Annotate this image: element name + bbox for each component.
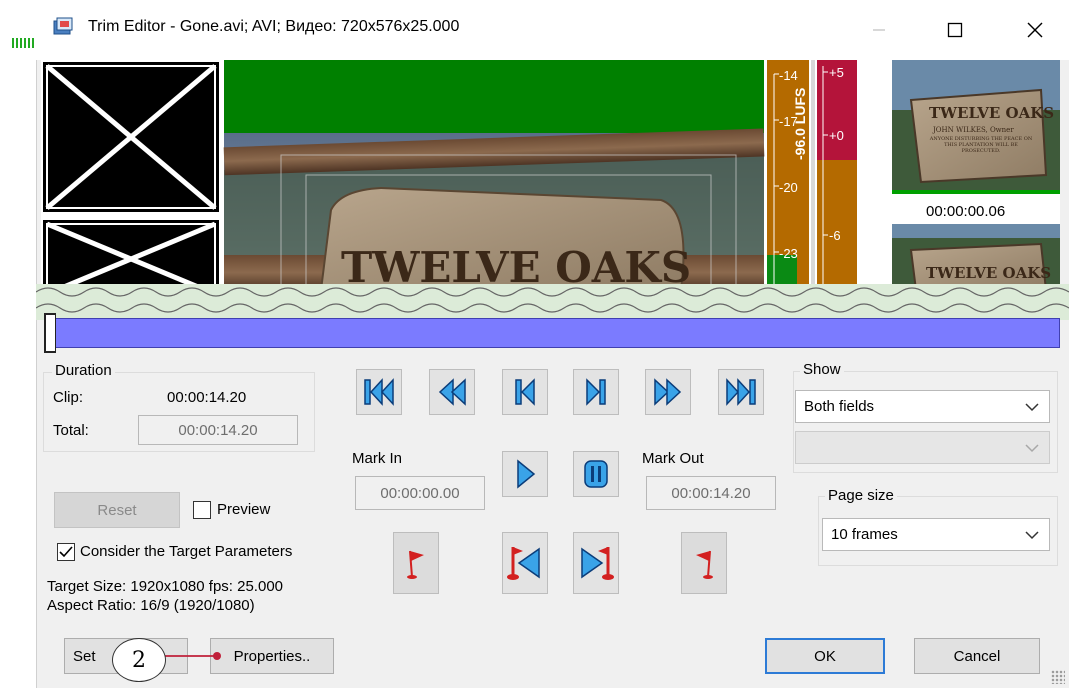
show-group-label: Show	[800, 361, 844, 378]
step-back-button[interactable]	[502, 369, 548, 415]
ok-button[interactable]: OK	[765, 638, 885, 674]
go-to-end-icon	[726, 378, 756, 406]
mark-out-label: Mark Out	[642, 450, 704, 467]
play-icon	[517, 459, 536, 489]
empty-frame-top	[43, 62, 219, 212]
thumbnail-timecode: 00:00:00.06	[926, 203, 1005, 220]
clip-value: 00:00:14.20	[167, 389, 247, 406]
minimize-icon	[873, 29, 885, 31]
go-to-start-icon	[364, 378, 394, 406]
sign-text: TWELVE OAKS	[341, 243, 691, 290]
rewind-icon	[438, 378, 466, 406]
level-tick-2: +0	[829, 128, 844, 143]
thumb-sign-notice: ANYONE DISTURBING THE PEACE ON THIS PLAN…	[929, 136, 1033, 154]
lufs-readout: -96.0 LUFS	[792, 88, 808, 160]
level-tick-1: +5	[829, 65, 844, 80]
duration-group-label: Duration	[52, 362, 115, 379]
show-select[interactable]: Both fields	[795, 390, 1050, 423]
target-size-text: Target Size: 1920x1080 fps: 25.000	[47, 578, 284, 595]
consider-target-label: Consider the Target Parameters	[80, 543, 293, 560]
step-forward-button[interactable]	[573, 369, 619, 415]
mark-in-flag-icon	[407, 550, 424, 579]
thumb-sign-title: TWELVE OAKS	[929, 104, 1054, 122]
close-icon	[1027, 22, 1043, 38]
mark-in-label: Mark In	[352, 450, 403, 467]
page-size-select-value: 10 frames	[831, 526, 898, 543]
consider-target-checkbox[interactable]	[57, 543, 75, 561]
timeline-start-handle[interactable]	[44, 313, 56, 353]
mark-out-flag-icon	[696, 550, 713, 579]
maximize-button[interactable]	[932, 12, 978, 48]
window-title: Trim Editor - Gone.avi; AVI; Видео: 720x…	[88, 18, 460, 35]
total-value-field: 00:00:14.20	[138, 415, 298, 445]
chevron-down-icon	[1025, 443, 1039, 452]
minimize-button[interactable]	[856, 12, 902, 48]
clip-label: Clip:	[53, 389, 84, 406]
show-select-value: Both fields	[804, 398, 875, 415]
settings-button-label: Set	[73, 647, 96, 665]
timeline-bar[interactable]	[44, 318, 1060, 348]
checkmark-icon	[59, 546, 73, 558]
total-label: Total:	[53, 422, 89, 439]
mark-out-field[interactable]: 00:00:14.20	[646, 476, 776, 510]
meter-tick-1: -14	[779, 68, 798, 83]
fast-forward-button[interactable]	[645, 369, 691, 415]
level-meter	[811, 60, 857, 290]
go-to-mark-in-button[interactable]	[502, 532, 548, 594]
second-show-select[interactable]	[795, 431, 1050, 464]
rewind-button[interactable]	[429, 369, 475, 415]
pause-icon	[584, 460, 608, 488]
meter-tick-3: -20	[779, 180, 798, 195]
page-size-group-label: Page size	[825, 487, 897, 504]
chevron-down-icon	[1025, 402, 1039, 411]
preview-frames: TWELVE OAKS -14 -17 -20 -23 -96.0 LUFS +…	[43, 60, 1060, 290]
background-window-edge	[12, 38, 36, 48]
preview-area: TWELVE OAKS -14 -17 -20 -23 -96.0 LUFS +…	[41, 60, 1060, 290]
chevron-down-icon	[1025, 530, 1039, 539]
go-to-mark-in-icon	[507, 547, 540, 580]
pause-button[interactable]	[573, 451, 619, 497]
callout-number: 2	[112, 638, 166, 682]
step-back-icon	[515, 378, 535, 406]
maximize-icon	[947, 22, 963, 38]
step-forward-icon	[586, 378, 606, 406]
thumb-sign-sub: JOHN WILKES, Owner	[932, 126, 1014, 134]
resize-grip[interactable]	[1051, 670, 1065, 684]
go-to-mark-out-button[interactable]	[573, 532, 619, 594]
level-tick-3: -6	[829, 228, 841, 243]
go-to-mark-out-icon	[581, 547, 614, 580]
preview-label: Preview	[217, 501, 271, 518]
empty-frame-bottom	[43, 220, 219, 290]
callout-leader-line	[162, 652, 221, 660]
aspect-ratio-text: Aspect Ratio: 16/9 (1920/1080)	[47, 597, 255, 614]
reset-button[interactable]: Reset	[54, 492, 180, 528]
fast-forward-icon	[654, 378, 682, 406]
mark-in-field[interactable]: 00:00:00.00	[355, 476, 485, 510]
meter-tick-4: -23	[779, 246, 798, 261]
app-icon	[53, 17, 73, 35]
play-button[interactable]	[502, 451, 548, 497]
go-to-end-button[interactable]	[718, 369, 764, 415]
page-size-select[interactable]: 10 frames	[822, 518, 1050, 551]
preview-checkbox[interactable]	[193, 501, 211, 519]
go-to-start-button[interactable]	[356, 369, 402, 415]
close-button[interactable]	[1012, 12, 1058, 48]
set-mark-in-button[interactable]	[393, 532, 439, 594]
set-mark-out-button[interactable]	[681, 532, 727, 594]
cancel-button[interactable]: Cancel	[914, 638, 1040, 674]
thumb2-sign-title: TWELVE OAKS	[926, 264, 1051, 282]
torn-edge-separator	[35, 284, 1069, 320]
